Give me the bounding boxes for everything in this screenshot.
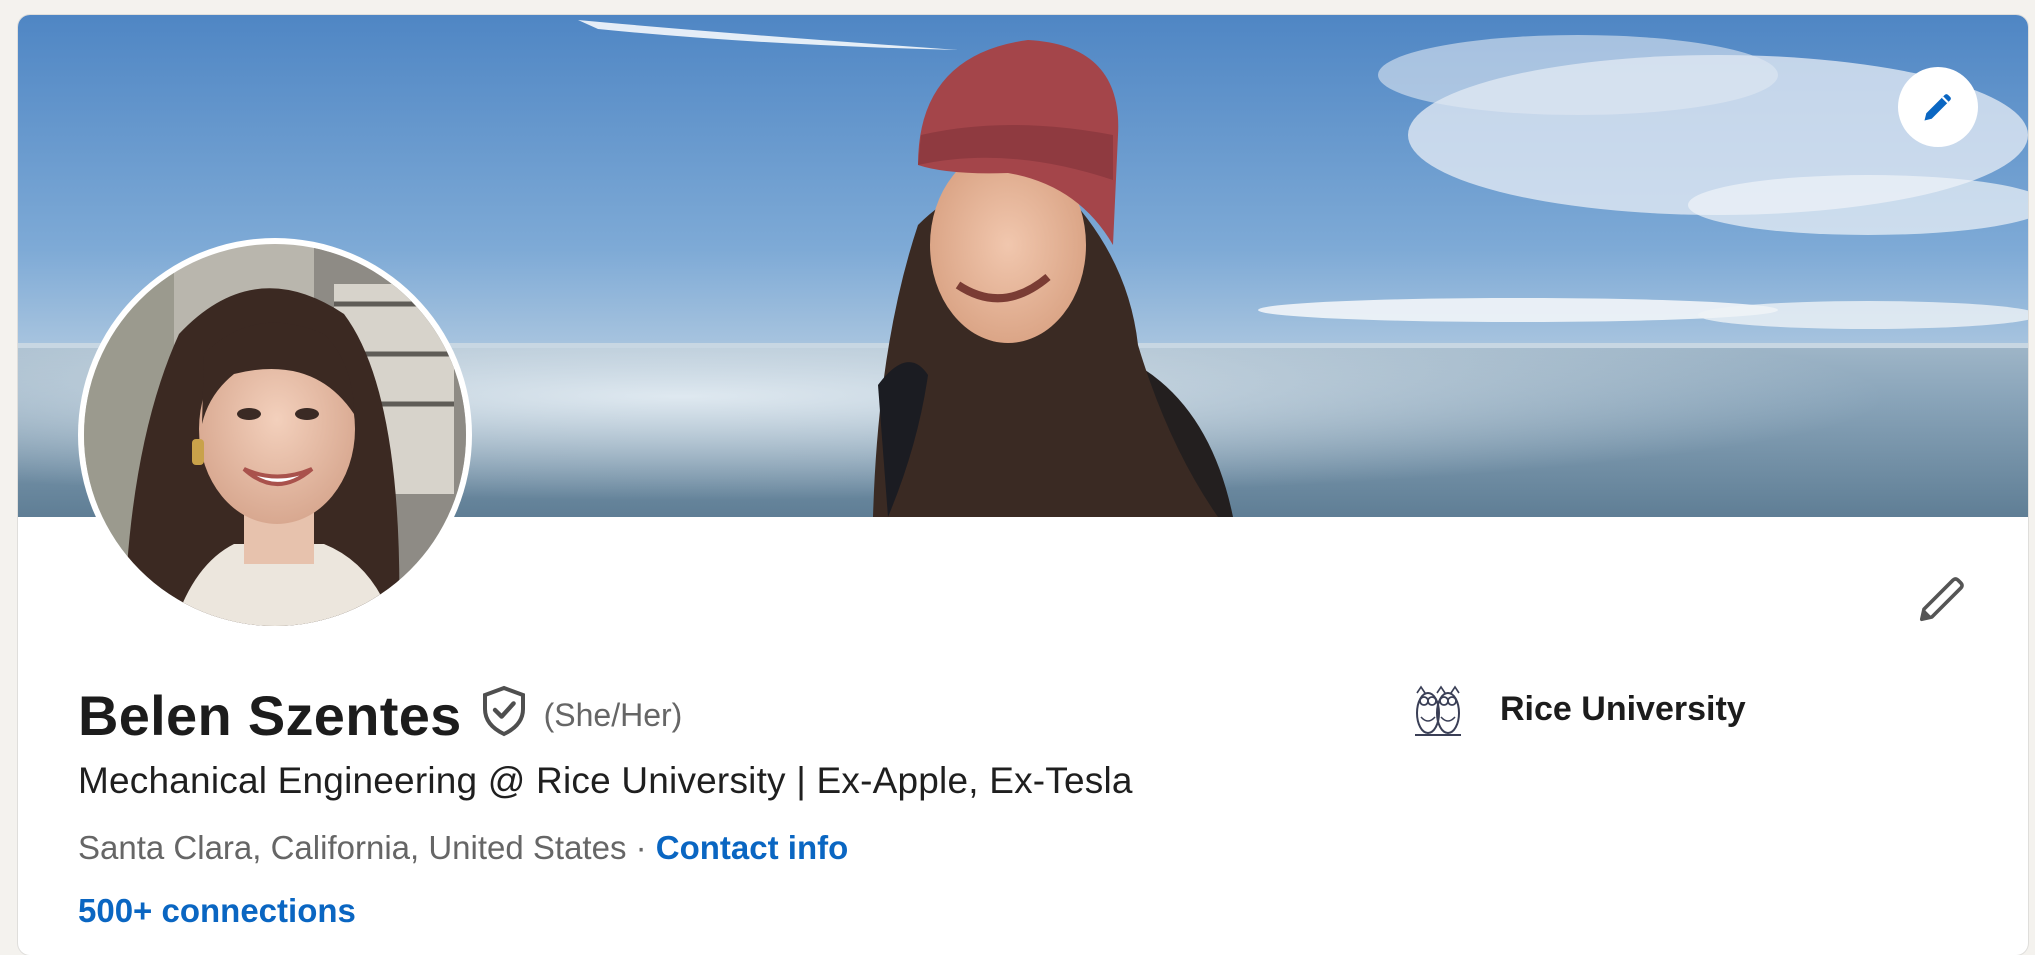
education-school-name: Rice University (1500, 689, 1746, 728)
edit-banner-button[interactable] (1898, 67, 1978, 147)
shield-check-icon (482, 685, 525, 737)
owl-logo-icon (1408, 679, 1468, 739)
pencil-icon (1924, 94, 1951, 121)
profile-photo[interactable] (78, 238, 472, 632)
pronouns: (She/Her) (543, 697, 683, 733)
location-separator: · (626, 829, 656, 866)
connections-link[interactable]: 500+ connections (78, 892, 356, 930)
verified-badge[interactable] (480, 685, 528, 742)
location-row: Santa Clara, California, United States ·… (78, 829, 848, 867)
edit-intro-button[interactable] (1906, 563, 1978, 635)
location-text: Santa Clara, California, United States (78, 829, 627, 866)
contact-info-link[interactable]: Contact info (656, 829, 848, 866)
profile-headline: Mechanical Engineering @ Rice University… (78, 760, 1133, 801)
profile-photo-image (84, 244, 466, 626)
education-item[interactable]: Rice University (1408, 679, 1746, 739)
profile-card: Belen Szentes (She/Her) Mechanical Engin… (18, 15, 2028, 955)
profile-name: Belen Szentes (78, 684, 462, 747)
pencil-icon (1919, 577, 1964, 622)
name-row: Belen Szentes (She/Her) (78, 683, 682, 748)
